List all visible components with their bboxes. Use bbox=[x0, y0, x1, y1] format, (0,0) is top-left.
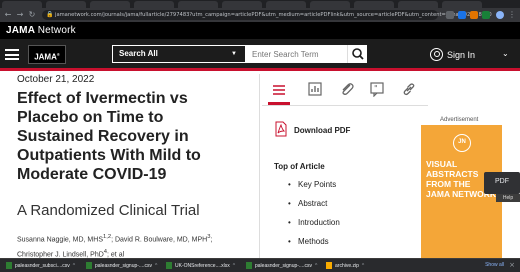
extension-icon[interactable] bbox=[458, 11, 466, 19]
zip-file-icon bbox=[326, 262, 332, 270]
downloads-bar: paleasnder_subsci....csv ^ paleasnder_sig… bbox=[0, 258, 520, 272]
help-tab[interactable]: Help bbox=[496, 194, 520, 202]
browser-tab[interactable] bbox=[398, 1, 438, 8]
column-divider bbox=[259, 74, 260, 258]
browser-tab[interactable] bbox=[354, 1, 394, 8]
browser-tab[interactable] bbox=[442, 1, 482, 8]
article-tools: " bbox=[262, 74, 428, 106]
article-subtitle: A Randomized Clinical Trial bbox=[17, 202, 200, 219]
article-title: Effect of Ivermectin vs Placebo on Time … bbox=[17, 90, 201, 183]
tab-related[interactable] bbox=[398, 78, 420, 100]
toc-item-abstract[interactable]: Abstract bbox=[288, 199, 340, 218]
reload-icon[interactable]: ↻ bbox=[27, 10, 37, 20]
chevron-up-icon: ^ bbox=[154, 263, 158, 269]
lock-icon: 🔒 bbox=[46, 11, 54, 18]
profile-avatar[interactable] bbox=[496, 11, 504, 19]
download-item[interactable]: archive.zip ^ bbox=[326, 262, 364, 270]
browser-tab-strip bbox=[0, 0, 520, 8]
chevron-up-icon: ^ bbox=[72, 263, 76, 269]
hamburger-menu-icon[interactable] bbox=[5, 49, 19, 60]
jama-network-logo[interactable]: JAMA Network bbox=[6, 25, 76, 36]
forward-icon[interactable]: → bbox=[15, 10, 25, 20]
browser-tab[interactable] bbox=[134, 1, 174, 8]
browser-tab[interactable] bbox=[90, 1, 130, 8]
jn-logo: JN bbox=[453, 134, 471, 152]
download-item[interactable]: paleasnder_signup-....csv ^ bbox=[246, 262, 317, 270]
search-button[interactable] bbox=[347, 45, 367, 63]
address-bar[interactable]: 🔒 jamanetwork.com/journals/jama/fullarti… bbox=[42, 10, 492, 20]
extension-icon[interactable] bbox=[446, 11, 454, 19]
back-icon[interactable]: ← bbox=[3, 10, 13, 20]
table-of-contents: Key Points Abstract Introduction Methods bbox=[288, 180, 340, 256]
spreadsheet-file-icon bbox=[246, 262, 252, 270]
tab-supplements[interactable] bbox=[336, 78, 358, 100]
chevron-up-icon: ^ bbox=[314, 263, 318, 269]
spreadsheet-file-icon bbox=[166, 262, 172, 270]
spreadsheet-file-icon bbox=[86, 262, 92, 270]
browser-tab[interactable] bbox=[2, 1, 42, 8]
network-bar: JAMA Network bbox=[0, 22, 520, 39]
publication-date: October 21, 2022 bbox=[17, 74, 95, 85]
jama-logo[interactable]: JAMA® bbox=[28, 45, 66, 64]
pdf-floating-button[interactable]: PDF bbox=[484, 172, 520, 194]
toc-item-methods[interactable]: Methods bbox=[288, 237, 340, 256]
svg-text:": " bbox=[374, 84, 378, 93]
pdf-icon bbox=[275, 121, 287, 137]
browser-toolbar: ← → ↻ 🔒 jamanetwork.com/journals/jama/fu… bbox=[0, 8, 520, 22]
chevron-up-icon: ^ bbox=[232, 263, 236, 269]
toc-item-introduction[interactable]: Introduction bbox=[288, 218, 340, 237]
sign-in-link[interactable]: Sign In bbox=[447, 50, 475, 60]
caret-down-icon: ▼ bbox=[231, 51, 237, 57]
chevron-down-icon[interactable]: ⌄ bbox=[502, 49, 509, 58]
browser-tab[interactable] bbox=[222, 1, 262, 8]
journal-header: JAMA® Search All ▼ Sign In ⌄ bbox=[0, 39, 520, 71]
article-page: October 21, 2022 Effect of Ivermectin vs… bbox=[0, 74, 520, 259]
close-icon[interactable]: × bbox=[509, 261, 515, 269]
toc-item-key-points[interactable]: Key Points bbox=[288, 180, 340, 199]
search-bar: Search All ▼ bbox=[112, 45, 367, 63]
url-text: jamanetwork.com/journals/jama/fullarticl… bbox=[55, 12, 492, 18]
browser-tab[interactable] bbox=[310, 1, 350, 8]
browser-menu-icon[interactable]: ⋮ bbox=[507, 10, 517, 20]
toc-heading: Top of Article bbox=[274, 162, 325, 171]
tab-contents[interactable] bbox=[268, 78, 290, 105]
comment-icon: " bbox=[370, 82, 384, 97]
search-scope-dropdown[interactable]: Search All ▼ bbox=[112, 45, 246, 63]
search-input[interactable] bbox=[248, 46, 346, 62]
extension-icon[interactable] bbox=[482, 11, 490, 19]
browser-tab[interactable] bbox=[46, 1, 86, 8]
tab-comments[interactable]: " bbox=[366, 78, 388, 100]
chevron-up-icon: ^ bbox=[361, 263, 365, 269]
list-icon bbox=[273, 85, 285, 95]
download-item[interactable]: UK-ONSreference....xlsx ^ bbox=[166, 262, 235, 270]
chart-icon bbox=[308, 82, 322, 96]
advertisement-label: Advertisement bbox=[440, 117, 479, 123]
user-icon bbox=[430, 48, 443, 61]
tab-figures[interactable] bbox=[304, 78, 326, 100]
browser-tab[interactable] bbox=[266, 1, 306, 8]
extension-icon[interactable] bbox=[470, 11, 478, 19]
download-item[interactable]: paleasnder_signup-....csv ^ bbox=[86, 262, 157, 270]
browser-tab[interactable] bbox=[178, 1, 218, 8]
download-item[interactable]: paleasnder_subsci....csv ^ bbox=[6, 262, 75, 270]
link-icon bbox=[403, 83, 415, 96]
spreadsheet-file-icon bbox=[6, 262, 12, 270]
show-all-downloads-link[interactable]: Show all bbox=[485, 262, 504, 268]
paperclip-icon bbox=[342, 83, 354, 95]
search-icon bbox=[352, 48, 364, 60]
